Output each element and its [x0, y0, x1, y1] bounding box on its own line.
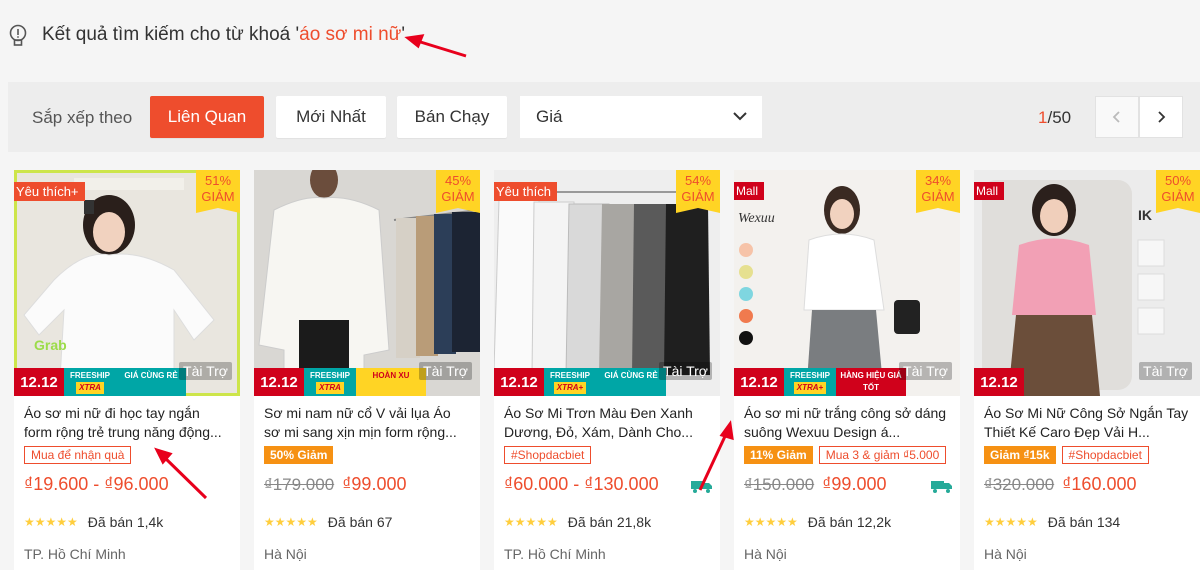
arrow-title-1 [154, 447, 208, 500]
arrow-keyword [404, 34, 467, 58]
arrow-title-4 [698, 420, 734, 491]
annotation-arrows [154, 34, 734, 500]
